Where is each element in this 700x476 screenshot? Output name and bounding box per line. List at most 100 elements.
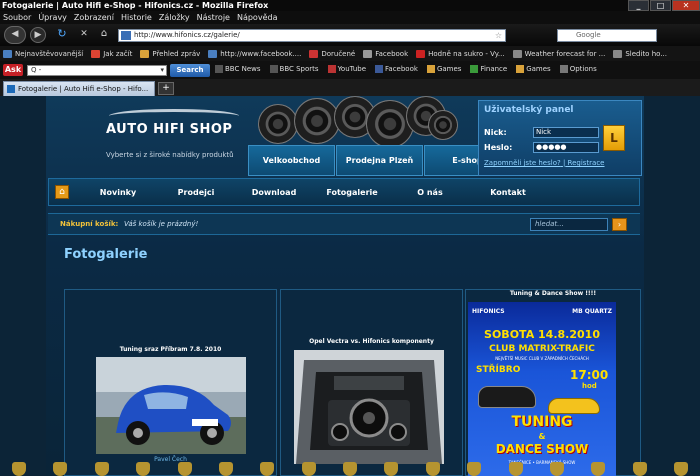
bookmark-item[interactable]: Přehled zpráv (140, 49, 200, 58)
bookmark-item[interactable]: Facebook (363, 49, 408, 58)
menu-bookmarks[interactable]: Záložky (159, 13, 190, 22)
ask-search-button[interactable]: Search (170, 64, 210, 77)
menu-view[interactable]: Zobrazení (74, 13, 114, 22)
nav-fotogalerie[interactable]: Fotogalerie (313, 188, 391, 197)
site-header: AUTO HIFI SHOP Vyberte si z široké nabíd… (48, 96, 511, 176)
poster-date: SOBOTA 14.8.2010 (484, 328, 600, 341)
nav-novinky[interactable]: Novinky (79, 188, 157, 197)
bookmark-item[interactable]: Doručené (309, 49, 355, 58)
home-icon[interactable]: ⌂ (55, 185, 69, 199)
ask-link-bbc-sports[interactable]: BBC Sports (269, 65, 319, 73)
tab-fotogalerie[interactable]: Fotogalerie | Auto Hifi e-Shop - Hifo... (3, 81, 155, 96)
bookmark-item[interactable]: http://www.facebook.... (208, 49, 301, 58)
nav-o-nas[interactable]: O nás (391, 188, 469, 197)
bookmark-item[interactable]: Nejnavštěvovanější (3, 49, 83, 58)
facebook-icon (375, 65, 384, 73)
nav-download[interactable]: Download (235, 188, 313, 197)
ask-link-finance[interactable]: Finance (470, 65, 507, 73)
user-links: Zapomněli jste heslo? | Registrace (484, 159, 605, 167)
bookmark-icon (91, 49, 101, 58)
site-tagline: Vyberte si z široké nabídky produktů (106, 151, 234, 159)
poster-tuning: TUNING (511, 414, 573, 430)
poster-amp: & (538, 432, 546, 441)
bookmark-icon (208, 49, 218, 58)
tab-velkoobchod[interactable]: Velkoobchod (248, 145, 335, 176)
gallery-caption: Tuning & Dance Show !!!! (509, 290, 597, 297)
bookmark-icon (309, 49, 319, 58)
close-button[interactable]: ✕ (672, 0, 700, 11)
poster-city: STŘÍBRO (476, 365, 521, 375)
tab-prodejna-plzen[interactable]: Prodejna Plzeň (336, 145, 423, 176)
bookmark-icon (613, 49, 623, 58)
address-text: http://www.hifonics.cz/galerie/ (134, 31, 240, 39)
menu-tools[interactable]: Nástroje (197, 13, 230, 22)
photo-credit: Pavel Čech (154, 456, 187, 463)
gallery-caption: Tuning sraz Příbram 7.8. 2010 (119, 346, 222, 353)
page-title: Fotogalerie (64, 247, 148, 262)
ask-link-games[interactable]: Games (426, 65, 461, 73)
bookmarks-toolbar: Nejnavštěvovanější Jak začít Přehled zpr… (0, 46, 700, 61)
ask-link-bbc-news[interactable]: BBC News (215, 65, 261, 73)
register-link[interactable]: Registrace (568, 159, 605, 167)
menu-file[interactable]: Soubor (3, 13, 31, 22)
gallery-poster[interactable]: HIFONICS MB QUARTZ SOBOTA 14.8.2010 CLUB… (468, 302, 616, 476)
ask-search-input[interactable]: Q - ▾ (27, 65, 167, 76)
ask-link-options[interactable]: Options (559, 65, 597, 73)
bookmark-item[interactable]: Hodně na sukro - Vy... (416, 49, 505, 58)
poster-time-unit: hod (582, 382, 597, 390)
poster-footer: TANEČNICE • BARMANSKÁ SHOW (508, 460, 576, 465)
ask-link-youtube[interactable]: YouTube (327, 65, 366, 73)
maximize-button[interactable]: □ (650, 0, 671, 11)
site-search-input[interactable]: hledat... (530, 218, 608, 231)
nav-prodejci[interactable]: Prodejci (157, 188, 235, 197)
address-bar[interactable]: http://www.hifonics.cz/galerie/ ☆ (118, 29, 506, 42)
games-icon (516, 65, 525, 73)
gallery-item[interactable]: Tuning & Dance Show !!!! HIFONICS MB QUA… (465, 289, 641, 476)
home-icon[interactable]: ⌂ (96, 27, 112, 43)
menu-history[interactable]: Historie (121, 13, 152, 22)
site-logo[interactable]: AUTO HIFI SHOP (106, 109, 239, 137)
window-titlebar: Fotogalerie | Auto Hifi e-Shop - Hifonic… (0, 0, 700, 11)
bookmark-icon (416, 49, 426, 58)
new-tab-button[interactable]: + (158, 82, 174, 95)
password-label: Heslo: (484, 143, 513, 152)
bookmark-star-icon[interactable]: ☆ (495, 30, 502, 41)
ask-logo-icon: Ask (3, 64, 23, 76)
search-go-icon[interactable]: › (612, 218, 627, 231)
gallery-photo-opel-trunk[interactable] (294, 350, 444, 464)
bookmark-item[interactable]: Jak začít (91, 49, 132, 58)
bookmark-item[interactable]: Sledito ho... (613, 49, 667, 58)
search-bar[interactable]: Google (557, 29, 657, 42)
stop-icon[interactable]: ✕ (76, 27, 92, 43)
site-favicon-icon (121, 31, 131, 40)
poster-car-yellow (548, 398, 600, 414)
forward-icon[interactable]: ▶ (30, 27, 46, 43)
ask-link-facebook[interactable]: Facebook (375, 65, 418, 73)
menu-help[interactable]: Nápověda (237, 13, 278, 22)
bookmark-icon (3, 49, 12, 58)
reload-icon[interactable]: ↻ (54, 27, 70, 43)
gallery-item[interactable]: Opel Vectra vs. Hifonics komponenty (280, 289, 463, 476)
gallery-caption: Opel Vectra vs. Hifonics komponenty (309, 338, 434, 345)
link-separator: | (562, 159, 566, 167)
gallery-photo-beetle[interactable] (96, 357, 246, 454)
cart-status[interactable]: Váš košík je prázdný! (124, 220, 198, 228)
speaker-icon (294, 98, 340, 144)
forgot-password-link[interactable]: Zapomněli jste heslo? (484, 159, 561, 167)
back-icon[interactable]: ◀ (4, 26, 26, 44)
games-icon (426, 65, 435, 73)
password-input[interactable]: ●●●●● (533, 142, 599, 153)
bookmark-icon (512, 49, 522, 58)
nav-kontakt[interactable]: Kontakt (469, 188, 547, 197)
gallery-item[interactable]: Tuning sraz Příbram 7.8. 2010 Pavel Čech (64, 289, 277, 476)
poster-tagline: NEJVĚTŠÍ MUSIC CLUB V ZÁPADNÍCH ČECHÁCH (495, 356, 589, 361)
nick-input[interactable]: Nick (533, 127, 599, 138)
chevron-down-icon[interactable]: ▾ (160, 66, 164, 75)
youtube-icon (327, 65, 336, 73)
login-button[interactable]: L (603, 125, 625, 151)
menu-edit[interactable]: Úpravy (38, 13, 67, 22)
ask-link-games-2[interactable]: Games (516, 65, 551, 73)
minimize-button[interactable]: _ (628, 0, 649, 11)
bookmark-item[interactable]: Weather forecast for ... (512, 49, 605, 58)
user-panel: Uživatelský panel Nick: Nick Heslo: ●●●●… (478, 100, 642, 176)
